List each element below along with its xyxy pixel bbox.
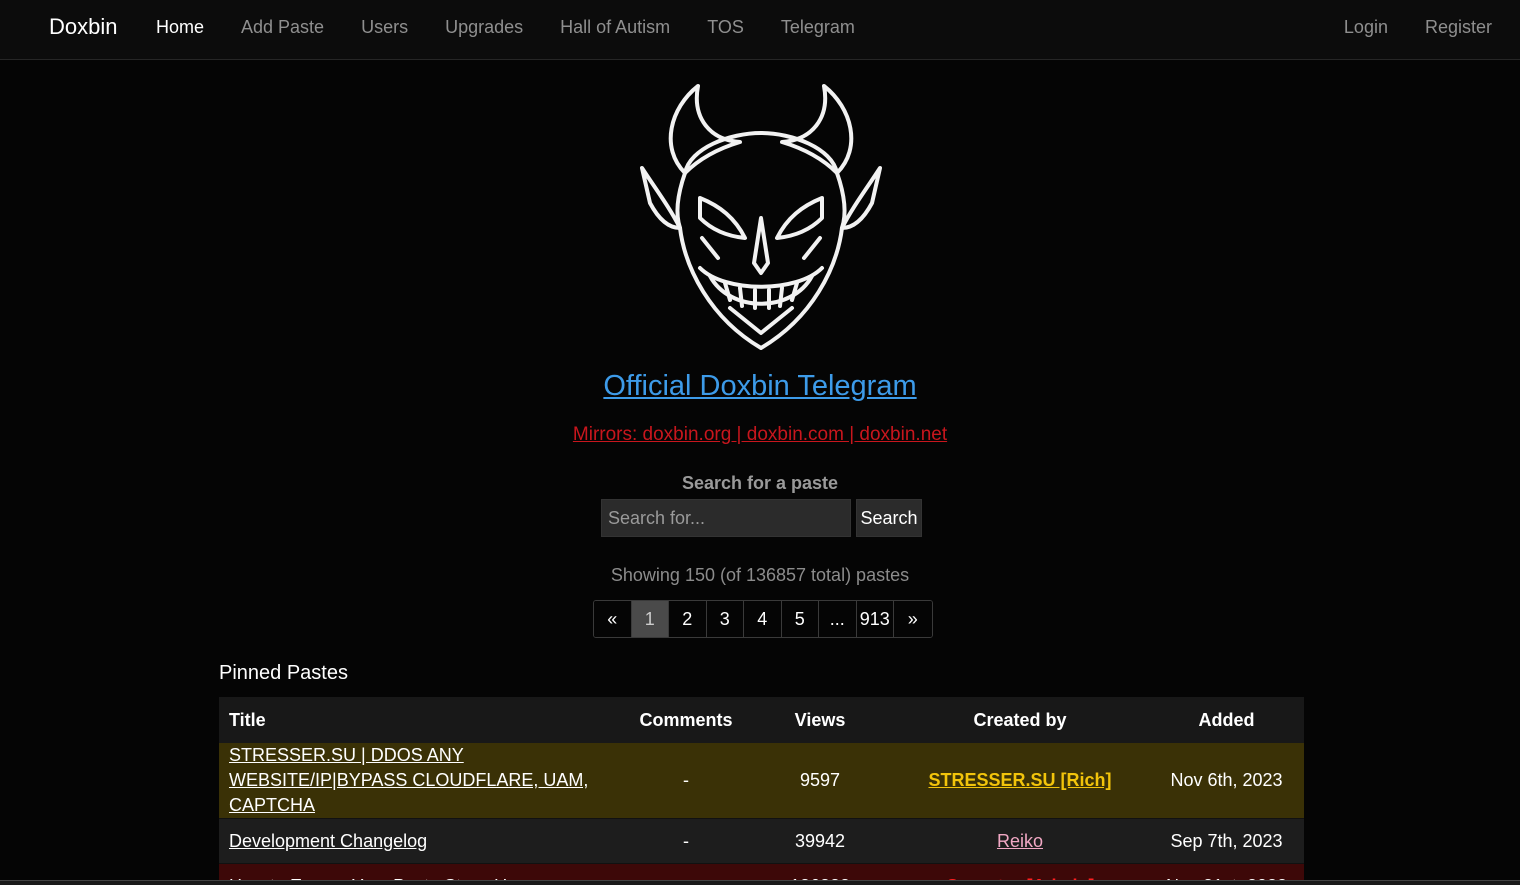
page-2[interactable]: 2 xyxy=(669,601,707,637)
nav-upgrades[interactable]: Upgrades xyxy=(445,17,523,38)
paste-added: Nov 6th, 2023 xyxy=(1149,743,1304,819)
paste-count-text: Showing 150 (of 136857 total) pastes xyxy=(610,565,910,585)
column-header-created-by: Created by xyxy=(891,697,1149,743)
column-header-added: Added xyxy=(1149,697,1304,743)
column-header-views: Views xyxy=(749,697,891,743)
nav-tos[interactable]: TOS xyxy=(707,17,744,38)
nav-login[interactable]: Login xyxy=(1344,17,1388,38)
search-label: Search for a paste xyxy=(681,473,839,493)
page-1[interactable]: 1 xyxy=(631,601,669,637)
nav-telegram[interactable]: Telegram xyxy=(781,17,855,38)
demon-logo xyxy=(640,84,882,350)
page-5[interactable]: 5 xyxy=(781,601,819,637)
nav-hall-of-autism[interactable]: Hall of Autism xyxy=(560,17,670,38)
mirrors-link[interactable]: Mirrors: doxbin.org | doxbin.com | doxbi… xyxy=(573,424,947,445)
pagination: « 1 2 3 4 5 ... 913 » xyxy=(593,600,933,638)
window-bottom-edge xyxy=(0,880,1520,885)
page-prev[interactable]: « xyxy=(594,601,632,637)
paste-added: Sep 7th, 2023 xyxy=(1149,818,1304,864)
search-form: Search xyxy=(601,499,922,537)
pinned-pastes-heading: Pinned Pastes xyxy=(219,662,348,684)
page-next[interactable]: » xyxy=(894,601,932,637)
table-row: Development Changelog - 39942 Reiko Sep … xyxy=(219,818,1304,864)
nav-auth-links: Login Register xyxy=(1307,17,1492,38)
brand-logo-link[interactable]: Doxbin xyxy=(49,14,117,40)
paste-author-link[interactable]: STRESSER.SU [Rich] xyxy=(928,770,1111,790)
paste-views: 39942 xyxy=(749,818,891,864)
column-header-title: Title xyxy=(219,697,623,743)
page-ellipsis: ... xyxy=(819,601,857,637)
page-3[interactable]: 3 xyxy=(706,601,744,637)
search-input[interactable] xyxy=(601,499,851,537)
nav-add-paste[interactable]: Add Paste xyxy=(241,17,324,38)
paste-comments: - xyxy=(623,743,749,819)
paste-title-cell: STRESSER.SU | DDOS ANY WEBSITE/IP|BYPASS… xyxy=(219,743,623,819)
paste-author-cell: Reiko xyxy=(891,818,1149,864)
mirrors-wrapper: Mirrors: doxbin.org | doxbin.com | doxbi… xyxy=(0,424,1520,446)
table-header-row: Title Comments Views Created by Added xyxy=(219,697,1304,743)
table-row: STRESSER.SU | DDOS ANY WEBSITE/IP|BYPASS… xyxy=(219,743,1304,819)
nav-home[interactable]: Home xyxy=(156,17,204,38)
search-button[interactable]: Search xyxy=(856,499,922,537)
column-header-comments: Comments xyxy=(623,697,749,743)
paste-title-cell: Development Changelog xyxy=(219,818,623,864)
paste-author-link[interactable]: Reiko xyxy=(997,831,1043,851)
nav-links: Home Add Paste Users Upgrades Hall of Au… xyxy=(156,17,892,38)
nav-register[interactable]: Register xyxy=(1425,17,1492,38)
navbar: Doxbin Home Add Paste Users Upgrades Hal… xyxy=(0,0,1520,60)
page-4[interactable]: 4 xyxy=(744,601,782,637)
paste-title-link[interactable]: STRESSER.SU | DDOS ANY WEBSITE/IP|BYPASS… xyxy=(229,745,588,815)
paste-author-cell: STRESSER.SU [Rich] xyxy=(891,743,1149,819)
telegram-link-wrapper: Official Doxbin Telegram xyxy=(0,370,1520,403)
pinned-pastes-table: Title Comments Views Created by Added ST… xyxy=(219,697,1304,885)
official-telegram-link[interactable]: Official Doxbin Telegram xyxy=(603,370,916,402)
nav-users[interactable]: Users xyxy=(361,17,408,38)
paste-title-link[interactable]: Development Changelog xyxy=(229,831,427,851)
paste-views: 9597 xyxy=(749,743,891,819)
paste-comments: - xyxy=(623,818,749,864)
page-913[interactable]: 913 xyxy=(856,601,894,637)
